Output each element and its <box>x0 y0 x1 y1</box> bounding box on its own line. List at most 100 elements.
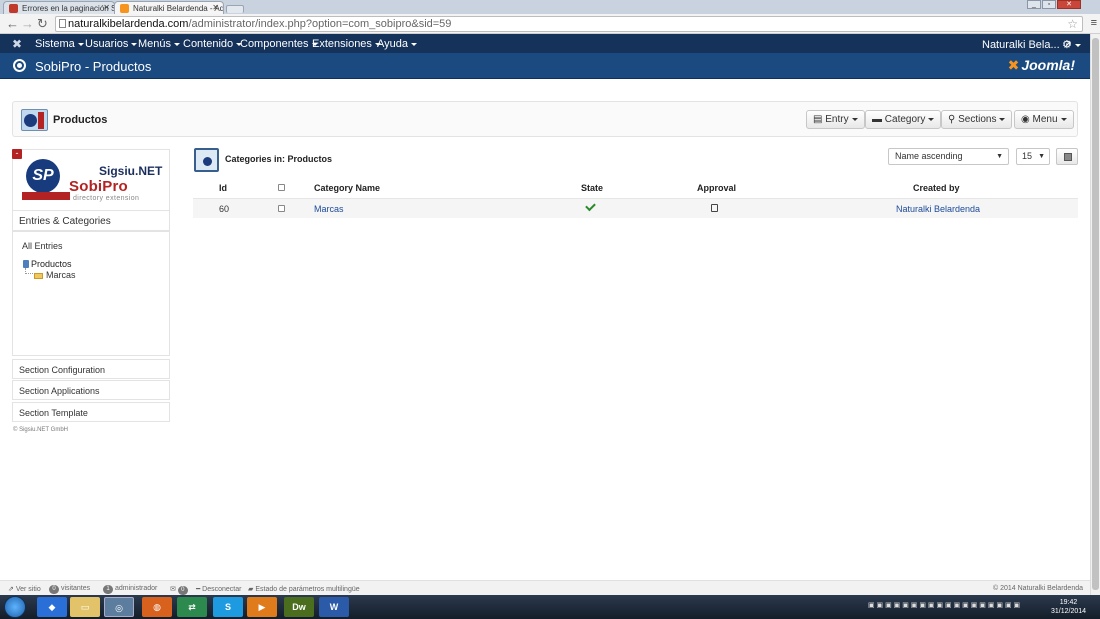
copyright-text: © 2014 Naturalki Belardenda <box>993 585 1083 592</box>
chrome-app-icon[interactable]: ◎ <box>104 597 134 617</box>
windows-taskbar: ◆ ▭ ◎ ◍ ⇄ S ▶ Dw W ▣ ▣ ▣ ▣ ▣ ▣ ▣ ▣ ▣ ▣ ▣… <box>0 595 1100 619</box>
close-icon[interactable]: ✕ <box>103 3 110 12</box>
select-value: 15 <box>1022 151 1033 161</box>
button-label: Sections <box>958 114 997 125</box>
list-limit-select[interactable]: 15 ▼ <box>1016 148 1050 165</box>
browser-tab-naturalki[interactable]: Naturalki Belardenda - Ad ✕ <box>114 1 224 14</box>
column-header-id[interactable]: Id <box>219 183 227 193</box>
column-header-created-by[interactable]: Created by <box>913 183 960 193</box>
thumbs-up-icon[interactable] <box>711 204 718 212</box>
word-app-icon[interactable]: W <box>319 597 349 617</box>
browser-menu-icon[interactable]: ≡ <box>1091 17 1097 29</box>
joomla-logo-icon[interactable]: ✖ <box>12 37 22 51</box>
firefox-app-icon[interactable]: ◍ <box>142 597 172 617</box>
back-arrow-icon[interactable]: ← <box>6 16 19 32</box>
address-bar-row: ← → ↻ naturalkibelardenda.com/administra… <box>0 14 1100 34</box>
scrollbar-thumb[interactable] <box>1092 38 1099 590</box>
collapse-sidebar-button[interactable]: - <box>12 149 22 159</box>
sitemap-icon: ⚲ <box>948 114 956 125</box>
menu-label: Sistema <box>35 38 75 50</box>
column-header-approval[interactable]: Approval <box>697 183 736 193</box>
page-icon <box>59 19 66 28</box>
select-all-checkbox[interactable] <box>278 184 285 191</box>
sidebar-section-template[interactable]: Section Template <box>12 402 170 422</box>
panel-label: Section Template <box>19 408 88 418</box>
caret-down-icon <box>851 117 858 121</box>
category-dropdown-button[interactable]: ▬ Category <box>865 110 942 129</box>
dropbox-app-icon[interactable]: ◆ <box>37 597 67 617</box>
section-title: Productos <box>53 114 108 126</box>
category-tree: All Entries Productos Marcas <box>12 231 170 356</box>
cell-id: 60 <box>219 204 230 214</box>
close-icon[interactable]: ✕ <box>212 3 219 12</box>
window-close-button[interactable]: ✕ <box>1057 0 1081 9</box>
caret-down-icon <box>131 42 138 46</box>
browser-tab-errores[interactable]: Errores en la paginación S ✕ <box>3 1 115 14</box>
multilang-status-link[interactable]: ▰ Estado de parámetros multilingüe <box>248 585 360 593</box>
sidebar-footer: © Sigsiu.NET GmbH <box>13 427 68 433</box>
menu-ayuda[interactable]: Ayuda <box>377 38 417 50</box>
target-icon <box>13 59 26 72</box>
section-icon <box>23 260 29 268</box>
status-label: Desconectar <box>202 586 242 593</box>
menu-dropdown-button[interactable]: ◉ Menu <box>1014 110 1074 129</box>
reload-icon[interactable]: ↻ <box>37 16 48 32</box>
brand-name: Joomla! <box>1021 57 1075 73</box>
created-by-link[interactable]: Naturalki Belardenda <box>896 204 980 214</box>
menu-menus[interactable]: Menús <box>138 38 181 50</box>
menu-componentes[interactable]: Componentes <box>240 38 318 50</box>
messages-status[interactable]: ✉ 0 <box>170 585 188 595</box>
vertical-scrollbar[interactable] <box>1090 34 1100 595</box>
sections-dropdown-button[interactable]: ⚲ Sections <box>941 110 1013 129</box>
menu-extensiones[interactable]: Extensiones <box>312 38 381 50</box>
all-entries-link[interactable]: All Entries <box>22 241 63 251</box>
new-tab-button[interactable] <box>226 5 244 13</box>
column-header-state[interactable]: State <box>581 183 603 193</box>
explorer-app-icon[interactable]: ▭ <box>70 597 100 617</box>
sort-order-select[interactable]: Name ascending ▼ <box>888 148 1009 165</box>
sidebar-entries-categories[interactable]: Entries & Categories <box>12 210 170 231</box>
entry-dropdown-button[interactable]: ▤ Entry <box>806 110 865 129</box>
system-clock[interactable]: 19:42 31/12/2014 <box>1051 598 1086 616</box>
sobipro-logo: SP Sigsiu.NET SobiPro directory extensio… <box>12 149 170 210</box>
tray-icons[interactable]: ▣ ▣ ▣ ▣ ▣ ▣ ▣ ▣ ▣ ▣ ▣ ▣ ▣ ▣ ▣ ▣ ▣ ▣ <box>868 601 1020 609</box>
forward-arrow-icon[interactable]: → <box>21 16 34 32</box>
minus-icon: ━ <box>196 586 201 593</box>
menu-label: Menús <box>138 38 172 50</box>
view-site-link[interactable]: ⇗ Ver sitio <box>8 585 41 593</box>
eye-icon: ◉ <box>1021 114 1030 125</box>
sidebar-section-applications[interactable]: Section Applications <box>12 380 170 400</box>
user-menu-link[interactable]: Naturalki Bela... ↗ <box>982 38 1072 51</box>
start-button[interactable] <box>4 596 26 618</box>
select-value: Name ascending <box>895 151 963 161</box>
skype-app-icon[interactable]: S <box>213 597 243 617</box>
menu-label: Contenido <box>183 38 234 50</box>
bookmark-star-icon[interactable]: ☆ <box>1067 17 1078 31</box>
sobipro-section-icon <box>21 109 48 131</box>
media-player-app-icon[interactable]: ▶ <box>247 597 277 617</box>
settings-dropdown[interactable]: ⚙ <box>1062 38 1081 51</box>
chevron-down-icon: ▼ <box>996 153 1003 160</box>
url-path: /administrator/index.php?option=com_sobi… <box>188 18 452 30</box>
logout-link[interactable]: ━ Desconectar <box>196 585 241 593</box>
minimize-button[interactable]: _ <box>1027 0 1041 9</box>
menu-usuarios[interactable]: Usuarios <box>85 38 138 50</box>
sidebar-section-configuration[interactable]: Section Configuration <box>12 359 170 379</box>
url-field[interactable]: naturalkibelardenda.com/administrator/in… <box>55 16 1083 32</box>
menu-label: Componentes <box>240 38 309 50</box>
panel-label: Entries & Categories <box>19 216 111 227</box>
menu-sistema[interactable]: Sistema <box>35 38 84 50</box>
row-checkbox[interactable] <box>278 205 285 212</box>
button-label: Entry <box>825 114 849 125</box>
column-header-name[interactable]: Category Name <box>314 183 380 193</box>
category-name-link[interactable]: Marcas <box>314 204 344 214</box>
admins-badge: 1 <box>103 585 113 594</box>
menu-contenido[interactable]: Contenido <box>183 38 243 50</box>
maximize-button[interactable]: ▫ <box>1042 0 1056 9</box>
status-label: Estado de parámetros multilingüe <box>255 586 360 593</box>
visitors-badge: 0 <box>49 585 59 594</box>
tree-node-marcas[interactable]: Marcas <box>34 270 76 280</box>
save-icon[interactable] <box>1056 148 1078 165</box>
dreamweaver-app-icon[interactable]: Dw <box>284 597 314 617</box>
ftp-app-icon[interactable]: ⇄ <box>177 597 207 617</box>
